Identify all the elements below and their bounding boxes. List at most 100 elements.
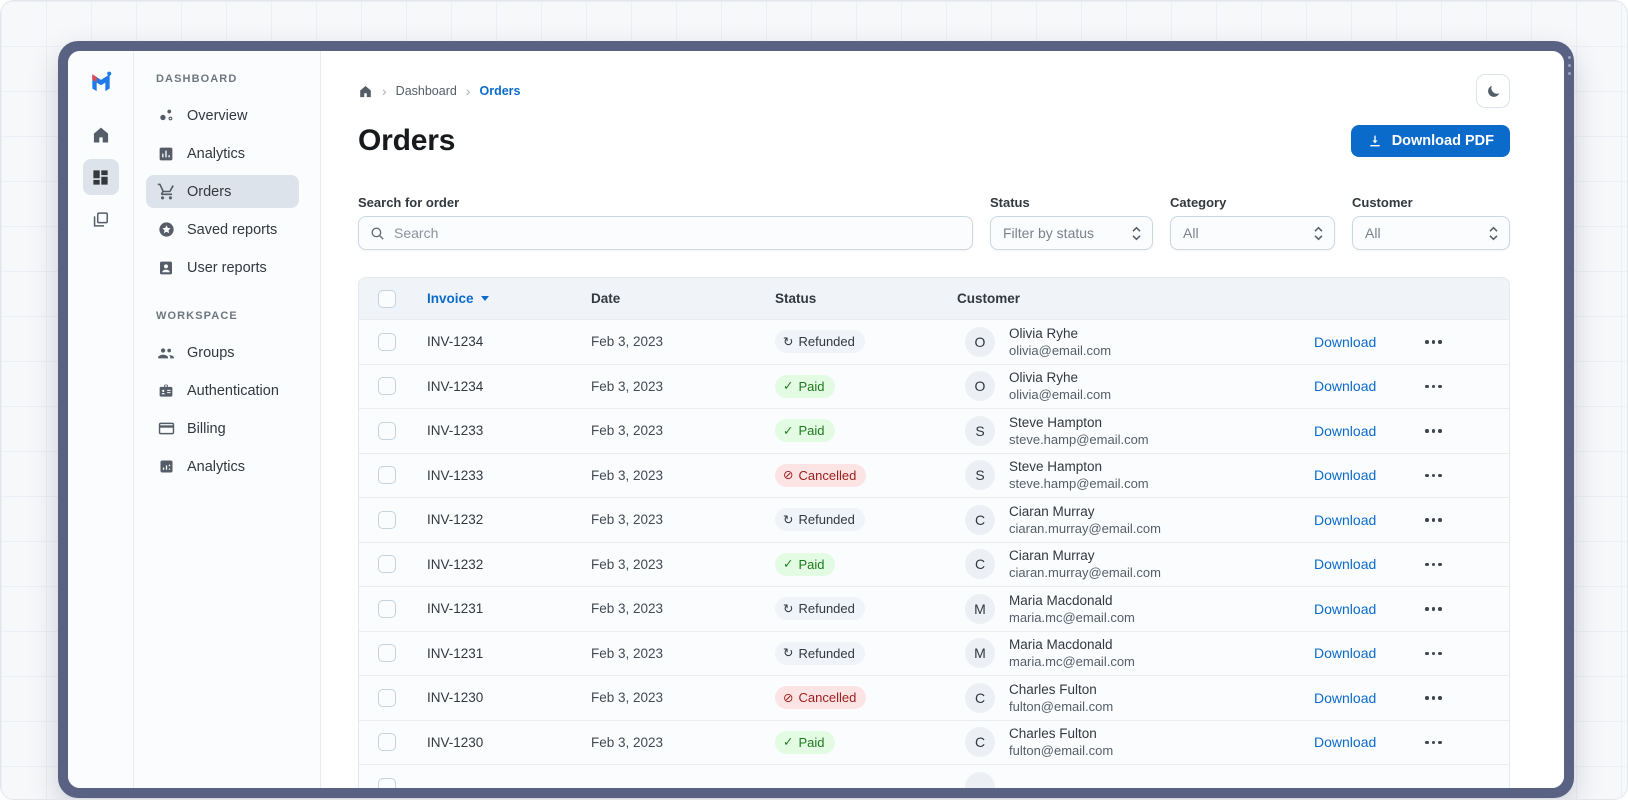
download-pdf-button[interactable]: Download PDF [1350, 125, 1510, 157]
invoice-cell: INV-1233 [427, 423, 484, 439]
table-row: INV-1233 Feb 3, 2023 ✓ Paid S Steve Hamp… [359, 408, 1509, 453]
sidebar-item-overview[interactable]: Overview [146, 99, 299, 132]
customer-name: Charles Fulton [1009, 726, 1097, 742]
row-menu-button[interactable] [1421, 334, 1446, 350]
app-window: DASHBOARD Overview Analytics Orders Save… [58, 41, 1574, 798]
moon-icon [1485, 83, 1502, 100]
customer-email: olivia@email.com [1009, 387, 1112, 403]
credit-card-icon [156, 419, 176, 439]
category-select[interactable]: All [1170, 216, 1335, 250]
customer-name: Olivia Ryhe [1009, 325, 1079, 341]
analytics-icon [156, 457, 176, 477]
sidebar-item-analytics-2[interactable]: Analytics [146, 450, 299, 483]
date-cell: Feb 3, 2023 [591, 423, 664, 439]
sidebar-item-user-reports[interactable]: User reports [146, 251, 299, 284]
avatar [965, 771, 995, 788]
status-chip: ↻ Refunded [775, 641, 865, 665]
status-chip: ✓ Paid [775, 374, 835, 398]
row-checkbox[interactable] [378, 555, 396, 574]
row-checkbox[interactable] [378, 688, 396, 707]
shopping-cart-icon [156, 182, 176, 202]
invoice-cell: INV-1231 [427, 645, 484, 661]
row-checkbox[interactable] [378, 377, 396, 396]
status-chip: ↻ Refunded [775, 597, 865, 621]
download-link[interactable]: Download [1314, 467, 1376, 483]
download-link[interactable]: Download [1314, 601, 1376, 617]
rail-dashboard-button[interactable] [82, 159, 119, 195]
avatar: O [965, 326, 995, 357]
row-checkbox[interactable] [378, 777, 396, 788]
row-menu-button[interactable] [1421, 646, 1446, 662]
download-link[interactable]: Download [1314, 512, 1376, 528]
status-label: Refunded [798, 512, 855, 528]
column-header-invoice[interactable]: Invoice [427, 291, 489, 306]
rail-layers-button[interactable] [83, 201, 119, 237]
row-checkbox[interactable] [378, 421, 396, 440]
sidebar-item-label: Analytics [187, 145, 246, 162]
table-row [359, 764, 1509, 788]
home-icon [91, 125, 111, 145]
table-header: Invoice Date Status Customer [359, 278, 1509, 319]
sidebar-item-label: Authentication [187, 382, 279, 399]
rail-home-button[interactable] [83, 117, 119, 153]
row-checkbox[interactable] [378, 733, 396, 752]
row-menu-button[interactable] [1421, 690, 1446, 706]
download-link[interactable]: Download [1314, 645, 1376, 661]
avatar: M [965, 638, 995, 669]
invoice-cell: INV-1231 [427, 601, 484, 617]
download-link[interactable]: Download [1314, 378, 1376, 394]
date-cell: Feb 3, 2023 [591, 378, 664, 394]
row-menu-button[interactable] [1421, 512, 1446, 528]
select-all-checkbox[interactable] [378, 289, 396, 308]
customer-select[interactable]: All [1352, 216, 1510, 250]
row-menu-button[interactable] [1421, 735, 1446, 751]
download-link[interactable]: Download [1314, 556, 1376, 572]
row-checkbox[interactable] [378, 466, 396, 485]
row-checkbox[interactable] [378, 599, 396, 618]
download-link[interactable]: Download [1314, 734, 1376, 750]
table-row: INV-1230 Feb 3, 2023 ⊘ Cancelled C Charl… [359, 675, 1509, 720]
download-link[interactable]: Download [1314, 423, 1376, 439]
breadcrumb: › Dashboard › Orders [358, 84, 521, 99]
download-link[interactable]: Download [1314, 334, 1376, 350]
customer-name: Charles Fulton [1009, 681, 1097, 697]
search-input[interactable] [394, 225, 962, 241]
invoice-cell: INV-1230 [427, 734, 484, 750]
sidebar-item-analytics[interactable]: Analytics [146, 137, 299, 170]
avatar: C [965, 727, 995, 758]
dark-mode-toggle[interactable] [1476, 74, 1510, 108]
sidebar-item-authentication[interactable]: Authentication [146, 374, 299, 407]
date-cell: Feb 3, 2023 [591, 334, 664, 350]
updown-chevron-icon [1488, 226, 1499, 241]
breadcrumb-orders[interactable]: Orders [480, 84, 521, 98]
sidebar-item-billing[interactable]: Billing [146, 412, 299, 445]
row-menu-button[interactable] [1421, 423, 1446, 439]
row-menu-button[interactable] [1421, 379, 1446, 395]
mui-logo [86, 67, 116, 97]
download-link[interactable]: Download [1314, 690, 1376, 706]
table-row: INV-1230 Feb 3, 2023 ✓ Paid C Charles Fu… [359, 719, 1509, 764]
row-menu-button[interactable] [1421, 557, 1446, 573]
dashboard-grid-icon [91, 168, 110, 187]
customer-name: Maria Macdonald [1009, 637, 1113, 653]
status-icon: ✓ [783, 379, 794, 393]
sidebar-item-groups[interactable]: Groups [146, 336, 299, 369]
customer-email: steve.hamp@email.com [1009, 476, 1149, 492]
sidebar-item-saved-reports[interactable]: Saved reports [146, 213, 299, 246]
date-cell: Feb 3, 2023 [591, 734, 664, 750]
breadcrumb-home-icon[interactable] [358, 84, 373, 99]
customer-email: fulton@email.com [1009, 698, 1114, 714]
sidebar-item-label: Groups [187, 344, 235, 361]
row-checkbox[interactable] [378, 644, 396, 663]
row-checkbox[interactable] [378, 332, 396, 351]
status-label: Paid [798, 378, 825, 394]
row-menu-button[interactable] [1421, 601, 1446, 617]
row-checkbox[interactable] [378, 510, 396, 529]
row-menu-button[interactable] [1421, 468, 1446, 484]
status-select[interactable]: Filter by status [990, 216, 1153, 250]
column-header-customer: Customer [957, 291, 1021, 306]
sidebar-item-orders[interactable]: Orders [146, 175, 299, 208]
table-body: INV-1234 Feb 3, 2023 ↻ Refunded O Olivia… [359, 319, 1509, 788]
breadcrumb-dashboard[interactable]: Dashboard [396, 84, 457, 98]
date-cell: Feb 3, 2023 [591, 690, 664, 706]
